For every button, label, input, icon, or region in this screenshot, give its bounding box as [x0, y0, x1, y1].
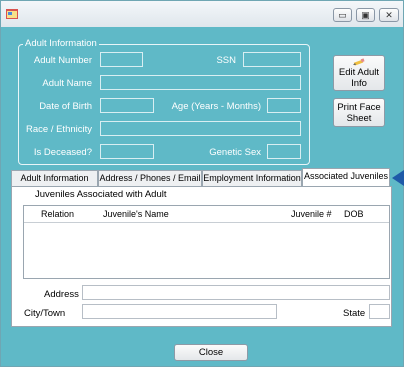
- dob-label: Date of Birth: [39, 101, 92, 112]
- close-window-button[interactable]: ✕: [379, 8, 399, 22]
- tab-adult-information-label: Adult Information: [20, 173, 89, 183]
- tab-address-phones-email[interactable]: Address / Phones / Email: [98, 170, 202, 186]
- grid-header-juvenile-name[interactable]: Juvenile's Name: [103, 209, 169, 219]
- pencil-icon: [352, 57, 366, 67]
- print-face-sheet-label-1: Print Face: [337, 101, 381, 113]
- ssn-field[interactable]: [243, 52, 301, 67]
- adult-number-label: Adult Number: [33, 55, 92, 66]
- grid-header-relation[interactable]: Relation: [41, 209, 74, 219]
- main-window: ▭ ▣ ✕ Adult Information Adult Number SSN…: [0, 0, 404, 367]
- race-field[interactable]: [100, 121, 301, 136]
- tab-employment-information-label: Employment Information: [203, 173, 301, 183]
- grid-header-juvenile-number[interactable]: Juvenile #: [291, 209, 332, 219]
- tab-adult-information[interactable]: Adult Information: [11, 170, 98, 186]
- adult-name-field[interactable]: [100, 75, 301, 90]
- age-label: Age (Years - Months): [171, 101, 261, 112]
- age-field[interactable]: [267, 98, 301, 113]
- address-field[interactable]: [82, 285, 390, 300]
- edit-adult-info-button[interactable]: Edit Adult Info: [333, 55, 385, 91]
- juveniles-grid[interactable]: Relation Juvenile's Name Juvenile # DOB: [23, 205, 390, 279]
- deceased-field[interactable]: [100, 144, 154, 159]
- city-label: City/Town: [24, 308, 66, 319]
- maximize-icon: ▣: [361, 9, 370, 20]
- adult-number-field[interactable]: [100, 52, 143, 67]
- city-field[interactable]: [82, 304, 277, 319]
- close-button[interactable]: Close: [174, 344, 248, 361]
- print-face-sheet-button[interactable]: Print Face Sheet: [333, 98, 385, 127]
- maximize-button[interactable]: ▣: [356, 8, 375, 22]
- ssn-label: SSN: [216, 55, 236, 66]
- state-field[interactable]: [369, 304, 390, 319]
- close-icon: ✕: [385, 9, 393, 20]
- tab-address-phones-email-label: Address / Phones / Email: [99, 173, 201, 183]
- minimize-icon: ▭: [338, 9, 347, 20]
- tab-associated-juveniles[interactable]: Associated Juveniles: [302, 168, 390, 187]
- adult-name-label: Adult Name: [42, 78, 92, 89]
- adult-info-legend: Adult Information: [23, 38, 99, 49]
- print-face-sheet-label-2: Sheet: [346, 112, 372, 124]
- app-icon: [6, 9, 18, 19]
- title-bar[interactable]: ▭ ▣ ✕: [1, 1, 403, 27]
- edit-adult-info-label-2: Info: [351, 77, 367, 89]
- grid-header-divider: [24, 222, 389, 223]
- grid-header-dob[interactable]: DOB: [344, 209, 364, 219]
- race-label: Race / Ethnicity: [26, 124, 92, 135]
- deceased-label: Is Deceased?: [33, 147, 92, 158]
- state-label: State: [343, 308, 366, 319]
- juveniles-group-title: Juveniles Associated with Adult: [35, 189, 167, 200]
- tab-employment-information[interactable]: Employment Information: [202, 170, 302, 186]
- address-label: Address: [44, 289, 79, 300]
- genetic-sex-field[interactable]: [267, 144, 301, 159]
- minimize-button[interactable]: ▭: [333, 8, 352, 22]
- dob-field[interactable]: [100, 98, 154, 113]
- tab-associated-juveniles-label: Associated Juveniles: [303, 171, 389, 181]
- active-tab-arrow-icon: [392, 170, 404, 189]
- genetic-sex-label: Genetic Sex: [209, 147, 261, 158]
- edit-adult-info-label-1: Edit Adult: [338, 66, 380, 78]
